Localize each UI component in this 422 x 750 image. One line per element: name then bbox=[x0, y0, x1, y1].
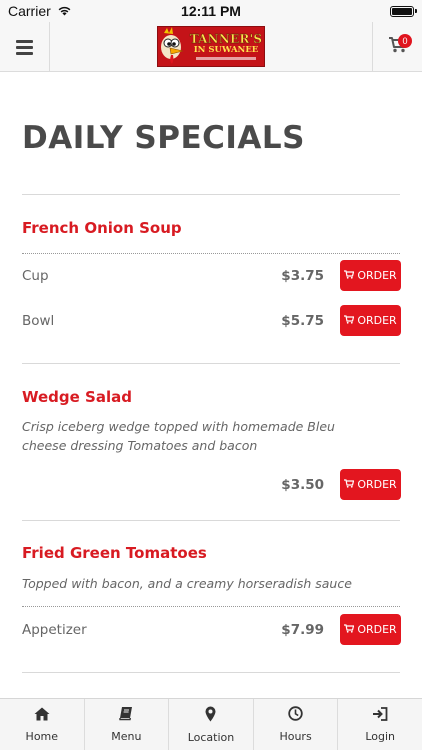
item-divider bbox=[22, 520, 400, 521]
status-left: Carrier bbox=[8, 3, 72, 19]
cart-icon bbox=[344, 478, 355, 491]
hamburger-menu-icon bbox=[16, 39, 33, 55]
item-dotted-divider bbox=[22, 606, 400, 607]
wifi-icon bbox=[57, 3, 72, 19]
tab-home[interactable]: Home bbox=[0, 699, 85, 750]
cart-button[interactable]: 0 bbox=[372, 22, 422, 72]
logo-location: IN SUWANEE bbox=[193, 45, 259, 56]
rooster-mascot-icon bbox=[158, 27, 188, 66]
item-divider bbox=[22, 363, 400, 364]
option-label: Cup bbox=[22, 268, 49, 284]
order-button-label: ORDER bbox=[357, 478, 397, 491]
cart-icon bbox=[344, 623, 355, 636]
order-button[interactable]: ORDER bbox=[340, 469, 401, 500]
option-price: $3.50 bbox=[281, 477, 324, 493]
tab-label: Login bbox=[365, 729, 396, 743]
item-description: Topped with bacon, and a creamy horserad… bbox=[22, 576, 352, 591]
cart-icon bbox=[344, 314, 355, 327]
tab-menu[interactable]: Menu bbox=[85, 699, 170, 750]
battery-icon bbox=[390, 5, 417, 17]
app-header: TANNER'S IN SUWANEE 0 bbox=[0, 22, 422, 72]
option-price: $5.75 bbox=[281, 313, 324, 329]
order-button-label: ORDER bbox=[357, 269, 397, 282]
book-icon bbox=[119, 706, 134, 726]
tab-hours[interactable]: Hours bbox=[254, 699, 339, 750]
specials-content[interactable]: DAILY SPECIALS French Onion Soup Cup $3.… bbox=[0, 73, 422, 698]
item-name: French Onion Soup bbox=[22, 219, 182, 237]
order-button[interactable]: ORDER bbox=[340, 614, 401, 645]
menu-button[interactable] bbox=[0, 22, 50, 72]
tab-label: Hours bbox=[279, 730, 312, 743]
option-price: $3.75 bbox=[281, 268, 324, 284]
carrier-label: Carrier bbox=[8, 3, 51, 19]
item-description: Crisp iceberg wedge topped with homemade… bbox=[22, 419, 335, 453]
logo-underline bbox=[196, 56, 256, 60]
item-name: Fried Green Tomatoes bbox=[22, 544, 207, 562]
tab-label: Home bbox=[25, 729, 59, 743]
map-pin-icon bbox=[205, 706, 216, 727]
item-dotted-divider bbox=[22, 253, 400, 254]
order-button[interactable]: ORDER bbox=[340, 260, 401, 291]
tab-location[interactable]: Location bbox=[169, 699, 254, 750]
home-icon bbox=[34, 707, 50, 726]
cart-count-badge: 0 bbox=[398, 34, 412, 48]
logo-wordmark: TANNER'S IN SUWANEE bbox=[188, 33, 264, 60]
tab-label: Location bbox=[187, 730, 235, 744]
order-button[interactable]: ORDER bbox=[340, 305, 401, 336]
item-name: Wedge Salad bbox=[22, 388, 132, 406]
page-title: DAILY SPECIALS bbox=[22, 120, 306, 156]
title-divider bbox=[22, 194, 400, 195]
bottom-tab-bar: Home Menu Location Hours Login bbox=[0, 698, 422, 750]
battery-fill bbox=[392, 7, 412, 15]
option-label: Appetizer bbox=[22, 622, 87, 638]
cart-icon bbox=[344, 269, 355, 282]
status-bar: Carrier 12:11 PM bbox=[0, 0, 422, 22]
logo-name: TANNER'S bbox=[189, 32, 263, 47]
order-button-label: ORDER bbox=[357, 314, 397, 327]
tab-login[interactable]: Login bbox=[338, 699, 422, 750]
option-label: Bowl bbox=[22, 313, 55, 329]
item-divider bbox=[22, 672, 400, 673]
login-icon bbox=[372, 706, 388, 726]
tab-label: Menu bbox=[111, 730, 142, 743]
order-button-label: ORDER bbox=[357, 623, 397, 636]
clock-icon bbox=[288, 706, 303, 726]
option-price: $7.99 bbox=[281, 622, 324, 638]
restaurant-logo[interactable]: TANNER'S IN SUWANEE bbox=[157, 26, 265, 67]
